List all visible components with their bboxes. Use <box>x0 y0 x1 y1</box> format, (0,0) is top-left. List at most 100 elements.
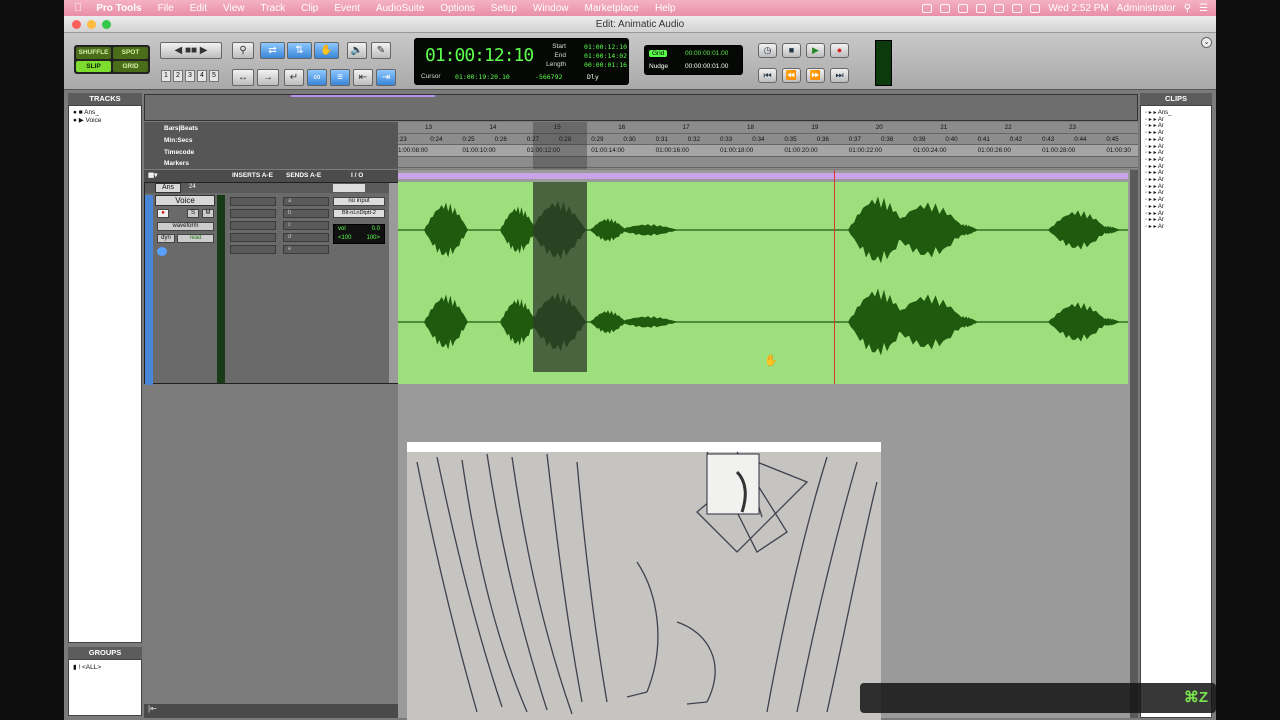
zoomer-tool-icon[interactable]: ⚲ <box>232 42 254 59</box>
send-slot-a[interactable]: a <box>283 197 329 206</box>
insert-slot[interactable] <box>230 245 276 254</box>
screen-icon[interactable] <box>958 3 969 13</box>
shuffle-mode-button[interactable]: SHUFFLE <box>76 47 111 59</box>
insert-slot[interactable] <box>230 233 276 242</box>
automation-mode-selector[interactable]: read <box>177 234 214 243</box>
grid-mode-button[interactable]: GRID <box>113 60 148 72</box>
length-value[interactable]: 00:00:01:16 <box>584 61 627 69</box>
bars-beats-ruler[interactable]: 13 14 15 16 17 18 19 20 21 22 23 <box>398 122 1138 134</box>
output-selector[interactable]: Blt-nLnDtptt-2 <box>333 209 385 218</box>
ruler-label-markers[interactable]: Markers <box>164 160 189 167</box>
bluetooth-icon[interactable] <box>976 3 987 13</box>
track-options-icon[interactable]: ▦▾ <box>148 171 157 179</box>
mute-button[interactable]: M <box>202 209 214 218</box>
time-selection[interactable] <box>533 182 587 372</box>
nudge-label[interactable]: Nudge <box>649 63 668 70</box>
track-list-item[interactable]: ● ■ Ans_ <box>73 109 99 116</box>
clips-panel-header[interactable]: CLIPS <box>1140 93 1212 105</box>
clip-list-item[interactable]: ◦ ▸ ▸ Ar <box>1145 223 1164 230</box>
track-head-scrollbar[interactable] <box>389 183 398 383</box>
menu-options[interactable]: Options <box>432 3 482 14</box>
zoom-preset-4[interactable]: 4 <box>197 70 207 82</box>
volume-pan-display[interactable]: vol 0.0 <100 100> <box>333 224 385 244</box>
expand-tracks-icon[interactable]: |⇤ <box>148 704 157 713</box>
timecode-ruler[interactable]: 1:00:08:00 01:00:10:00 01:00:12:00 01:00:14… <box>398 145 1138 157</box>
track-list-item[interactable]: ● ▶ Voice <box>73 116 101 124</box>
pencil-tool-icon[interactable]: ✎ <box>371 42 391 59</box>
notification-center-icon[interactable]: ☰ <box>1199 3 1208 14</box>
voice-audio-clip[interactable] <box>398 182 1128 384</box>
ruler-label-bars-beats[interactable]: Bars|Beats <box>164 125 198 132</box>
menu-marketplace[interactable]: Marketplace <box>577 3 647 14</box>
delay-comp-label[interactable]: Dly <box>587 73 599 81</box>
track-mode-buttons[interactable] <box>333 184 365 192</box>
timeline-rulers[interactable]: 13 14 15 16 17 18 19 20 21 22 23 :23 0:24 0:25 0:26 0:… <box>398 122 1138 169</box>
send-slot-c[interactable]: c <box>283 221 329 230</box>
track-name-ans[interactable]: Ans <box>155 183 181 193</box>
clipboard-icon[interactable] <box>940 3 951 13</box>
folder-clip[interactable] <box>398 173 1128 179</box>
main-counter[interactable]: 01:00:12:10 Start End Length 01:00:12:10… <box>414 38 629 85</box>
close-window-icon[interactable] <box>72 20 81 29</box>
volume-icon[interactable] <box>1012 3 1023 13</box>
groups-panel-header[interactable]: GROUPS <box>68 647 142 659</box>
start-value[interactable]: 01:00:12:10 <box>584 43 627 51</box>
play-icon[interactable]: ▶ <box>806 43 825 58</box>
calendar-icon[interactable] <box>922 3 933 13</box>
dyn-button[interactable]: dyn <box>157 234 175 243</box>
send-slot-e[interactable]: e <box>283 245 329 254</box>
edit-vertical-scrollbar[interactable] <box>1130 170 1138 718</box>
insert-slot[interactable] <box>230 209 276 218</box>
zoom-buttons[interactable]: ◀ ■■ ▶ <box>160 42 222 59</box>
selector-tool-icon[interactable]: ⇅ <box>287 42 312 59</box>
trim-tool-icon[interactable]: ⇄ <box>260 42 285 59</box>
end-value[interactable]: 01:00:14:02 <box>584 52 627 60</box>
track-name-voice[interactable]: Voice <box>155 195 215 206</box>
insert-slot[interactable] <box>230 221 276 230</box>
menu-edit[interactable]: Edit <box>182 3 215 14</box>
go-to-end-icon[interactable]: ⏭ <box>830 68 849 83</box>
grabber-hand-icon[interactable]: ✋ <box>314 42 339 59</box>
zoom-preset-5[interactable]: 5 <box>209 70 219 82</box>
nudge-value[interactable]: 00:00:00:01.00 <box>685 63 728 70</box>
menu-window[interactable]: Window <box>525 3 577 14</box>
edit-option-3-icon[interactable]: ↵ <box>284 69 304 86</box>
input-selector[interactable]: no input <box>333 197 385 206</box>
zoom-window-icon[interactable] <box>102 20 111 29</box>
apple-menu-icon[interactable]:  <box>64 2 88 14</box>
minimize-window-icon[interactable] <box>87 20 96 29</box>
vol-value[interactable]: 0.0 <box>372 226 380 232</box>
menu-clip[interactable]: Clip <box>293 3 326 14</box>
slip-mode-button[interactable]: SLIP <box>76 60 111 72</box>
zoom-preset-2[interactable]: 2 <box>173 70 183 82</box>
menu-help[interactable]: Help <box>647 3 684 14</box>
menubar-clock[interactable]: Wed 2:52 PM <box>1048 3 1108 14</box>
spotlight-search-icon[interactable]: ⚲ <box>1184 3 1191 14</box>
menu-file[interactable]: File <box>150 3 182 14</box>
rewind-icon[interactable]: ⏪ <box>782 68 801 83</box>
tracks-panel-header[interactable]: TRACKS <box>68 93 142 105</box>
link-track-icon[interactable]: ≡ <box>330 69 350 86</box>
record-enable-button[interactable]: ● <box>157 209 169 218</box>
menu-view[interactable]: View <box>215 3 253 14</box>
scrubber-speaker-icon[interactable]: 🔈 <box>347 42 367 59</box>
tab-to-transient-icon[interactable]: ⇥ <box>376 69 396 86</box>
menu-event[interactable]: Event <box>326 3 368 14</box>
min-secs-ruler[interactable]: :23 0:24 0:25 0:26 0:27 0:28 0:29 0:30 0:31 0:32 0… <box>398 134 1138 145</box>
record-icon[interactable]: ● <box>830 43 849 58</box>
wifi-icon[interactable] <box>994 3 1005 13</box>
grid-value[interactable]: 00:00:00:01.00 <box>685 50 728 57</box>
universe-view-indicator[interactable] <box>291 95 435 97</box>
zoom-preset-3[interactable]: 3 <box>185 70 195 82</box>
link-timeline-icon[interactable]: ∞ <box>307 69 327 86</box>
markers-ruler[interactable] <box>398 157 1138 168</box>
spot-mode-button[interactable]: SPOT <box>113 47 148 59</box>
menu-audiosuite[interactable]: AudioSuite <box>368 3 432 14</box>
zoom-preset-1[interactable]: 1 <box>161 70 171 82</box>
track-view-selector[interactable]: waveform <box>157 222 214 231</box>
folder-track-lane[interactable] <box>398 170 1128 182</box>
toolbar-menu-chevron-down-icon[interactable]: ⌄ <box>1201 37 1212 48</box>
insert-slot[interactable] <box>230 197 276 206</box>
grid-label[interactable]: Grid <box>649 50 668 57</box>
online-icon[interactable]: ◷ <box>758 43 777 58</box>
